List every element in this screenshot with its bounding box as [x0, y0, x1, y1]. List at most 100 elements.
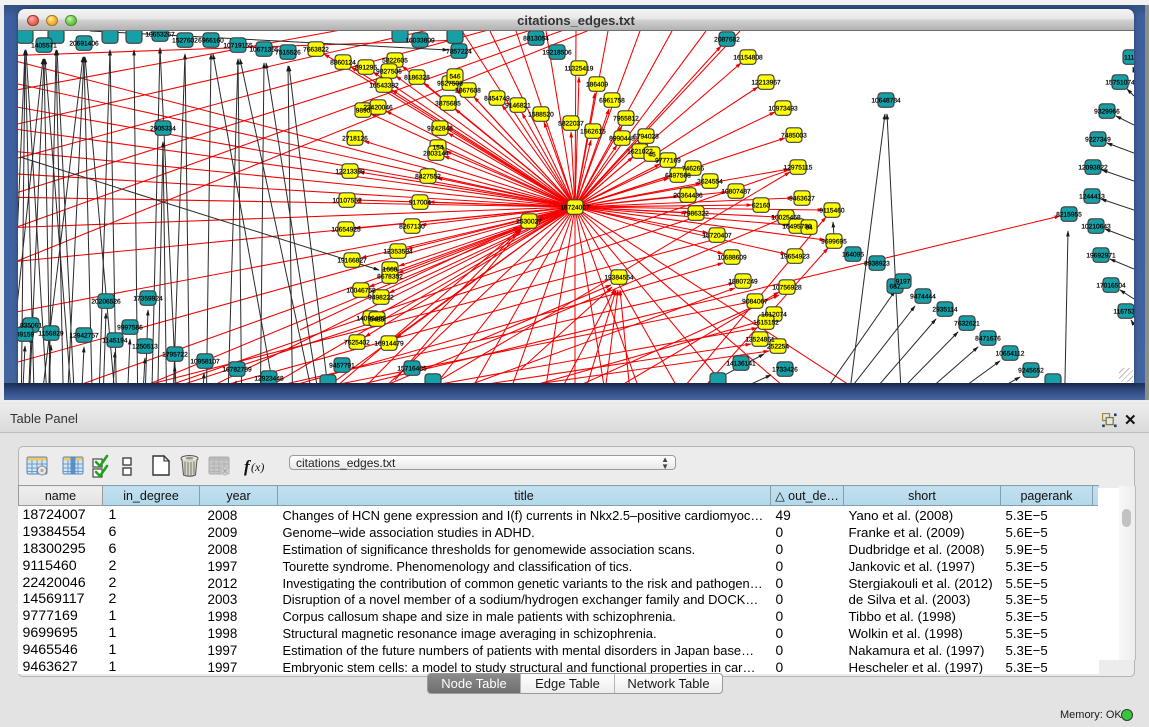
svg-text:2905334: 2905334	[150, 126, 176, 133]
svg-text:12213389: 12213389	[335, 169, 365, 176]
svg-text:10543382: 10543382	[369, 83, 399, 90]
svg-text:2867608: 2867608	[455, 88, 481, 95]
svg-text:16033809: 16033809	[405, 38, 435, 45]
svg-text:64: 64	[805, 225, 813, 232]
svg-text:7632621: 7632621	[954, 321, 980, 328]
svg-text:7485003: 7485003	[781, 133, 807, 140]
svg-text:9498222: 9498222	[368, 295, 394, 302]
svg-text:1156829: 1156829	[38, 331, 64, 338]
svg-text:9115460: 9115460	[819, 208, 845, 215]
svg-text:15720407: 15720407	[702, 233, 732, 240]
svg-text:18807249: 18807249	[728, 279, 758, 286]
svg-text:12213967: 12213967	[751, 80, 781, 87]
svg-text:15716485: 15716485	[397, 366, 427, 373]
svg-text:9457791: 9457791	[329, 363, 355, 370]
svg-text:62160: 62160	[752, 203, 771, 210]
svg-text:1615152: 1615152	[753, 320, 779, 327]
svg-text:7857224: 7857224	[446, 49, 472, 56]
svg-text:19692971: 19692971	[1086, 253, 1116, 260]
svg-text:9245652: 9245652	[1018, 368, 1044, 375]
svg-text:10973493: 10973493	[768, 106, 798, 113]
svg-text:7986322: 7986322	[683, 211, 709, 218]
svg-text:1244413: 1244413	[1079, 194, 1105, 201]
svg-text:9463627: 9463627	[789, 196, 815, 203]
svg-text:917004: 917004	[409, 200, 431, 207]
svg-text:9146821: 9146821	[505, 103, 531, 110]
svg-text:1167533: 1167533	[1113, 309, 1134, 316]
svg-text:546: 546	[449, 74, 460, 81]
svg-text:9997586: 9997586	[117, 325, 143, 332]
svg-text:19166827: 19166827	[337, 258, 367, 265]
svg-text:12975115: 12975115	[784, 165, 813, 172]
svg-text:891295: 891295	[355, 65, 377, 72]
svg-text:1733426: 1733426	[772, 367, 798, 374]
svg-text:12942757: 12942757	[69, 333, 99, 340]
svg-text:10653267: 10653267	[145, 32, 175, 39]
svg-text:835061: 835061	[20, 323, 42, 330]
svg-text:3875685: 3875685	[435, 101, 461, 108]
svg-text:9527508: 9527508	[437, 81, 463, 88]
svg-text:5822605: 5822605	[382, 58, 408, 65]
svg-text:9777169: 9777169	[655, 158, 681, 165]
svg-text:9890: 9890	[356, 108, 371, 115]
svg-text:19384554: 19384554	[604, 275, 634, 282]
svg-text:6966160: 6966160	[198, 38, 224, 45]
svg-text:17359924: 17359924	[133, 296, 163, 303]
svg-text:(x): (x)	[251, 460, 264, 474]
svg-text:252254: 252254	[767, 344, 789, 351]
svg-text:10648784: 10648784	[871, 98, 901, 105]
svg-text:19654923: 19654923	[780, 254, 810, 261]
svg-text:746266: 746266	[682, 166, 704, 173]
svg-text:1527602: 1527602	[172, 38, 198, 45]
svg-text:1795722: 1795722	[162, 352, 188, 359]
svg-text:10958107: 10958107	[190, 359, 220, 366]
svg-text:186409: 186409	[586, 82, 608, 89]
svg-text:2087682: 2087682	[714, 37, 740, 44]
svg-text:8990448: 8990448	[609, 136, 635, 143]
svg-text:8678352: 8678352	[377, 274, 403, 281]
svg-text:1405571: 1405571	[31, 43, 57, 50]
svg-text:2530027: 2530027	[516, 219, 542, 226]
svg-text:6961758: 6961758	[599, 98, 625, 105]
svg-text:20691406: 20691406	[69, 41, 99, 48]
svg-text:13524861: 13524861	[745, 337, 775, 344]
svg-text:12353594: 12353594	[383, 249, 413, 256]
svg-text:8215955: 8215955	[1056, 212, 1082, 219]
svg-text:20206526: 20206526	[91, 299, 121, 306]
svg-text:19218506: 19218506	[542, 50, 572, 57]
svg-text:1250513: 1250513	[132, 344, 158, 351]
svg-text:11325419: 11325419	[565, 66, 594, 73]
svg-text:5822037: 5822037	[558, 121, 584, 128]
svg-text:7955812: 7955812	[613, 116, 639, 123]
svg-text:16154808: 16154808	[733, 55, 763, 62]
svg-text:9827506: 9827506	[376, 69, 402, 76]
svg-text:10688609: 10688609	[717, 255, 747, 262]
svg-text:12093822: 12093822	[1078, 165, 1108, 172]
svg-text:14136141: 14136141	[726, 361, 756, 368]
svg-text:9329966: 9329966	[1094, 109, 1120, 116]
svg-text:39159: 39159	[18, 332, 34, 339]
svg-text:6497568: 6497568	[665, 173, 691, 180]
svg-text:2803144: 2803144	[423, 151, 449, 158]
svg-text:10654925: 10654925	[331, 227, 361, 234]
svg-text:16914479: 16914479	[374, 341, 404, 348]
svg-text:9084067: 9084067	[742, 299, 768, 306]
svg-text:1562615: 1562615	[580, 129, 606, 136]
svg-text:10756928: 10756928	[772, 285, 802, 292]
svg-text:20364436: 20364436	[673, 193, 703, 200]
svg-text:8454749: 8454749	[484, 96, 510, 103]
svg-text:8267130: 8267130	[399, 224, 425, 231]
svg-text:10046758: 10046758	[346, 288, 376, 295]
svg-text:2718126: 2718126	[342, 136, 368, 143]
svg-text:9699695: 9699695	[821, 239, 847, 246]
svg-text:1145194: 1145194	[102, 338, 128, 345]
svg-text:9474444: 9474444	[910, 294, 936, 301]
svg-text:1112: 1112	[1124, 55, 1134, 62]
svg-text:9489: 9489	[370, 317, 385, 324]
svg-text:1012074: 1012074	[761, 312, 787, 319]
svg-text:10107552: 10107552	[332, 198, 362, 205]
svg-text:7515526: 7515526	[275, 50, 301, 57]
svg-text:1588520: 1588520	[528, 112, 554, 119]
svg-text:9227349: 9227349	[1085, 137, 1111, 144]
svg-text:2935114: 2935114	[932, 307, 958, 314]
